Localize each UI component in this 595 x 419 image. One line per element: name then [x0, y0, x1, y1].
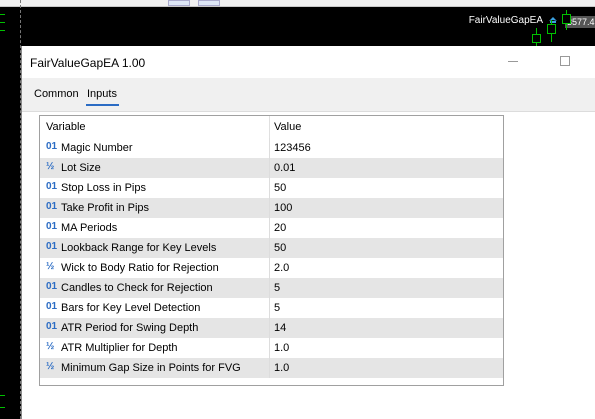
- table-row[interactable]: 01 Bars for Key Level Detection 5: [40, 298, 503, 318]
- table-row[interactable]: 01 Lookback Range for Key Levels 50: [40, 238, 503, 258]
- dialog-body: Common Inputs Variable Value 01 Magic Num…: [22, 78, 595, 419]
- cell-divider: [269, 198, 270, 218]
- table-row[interactable]: ½ Wick to Body Ratio for Rejection 2.0: [40, 258, 503, 278]
- double-type-icon: ½: [46, 261, 55, 272]
- integer-type-icon: 01: [46, 141, 58, 152]
- cell-divider: [269, 278, 270, 298]
- variable-value[interactable]: 50: [274, 242, 286, 254]
- table-row[interactable]: ½ Lot Size 0.01: [40, 158, 503, 178]
- candle: [532, 34, 541, 43]
- integer-type-icon: 01: [46, 301, 58, 312]
- variable-value[interactable]: 123456: [274, 142, 311, 154]
- variable-name: Minimum Gap Size in Points for FVG: [61, 362, 241, 374]
- column-header-value[interactable]: Value: [274, 121, 301, 133]
- candle: [562, 14, 571, 24]
- column-divider[interactable]: [269, 116, 270, 138]
- variable-name: Magic Number: [61, 142, 133, 154]
- dialog-titlebar[interactable]: FairValueGapEA 1.00: [22, 46, 595, 78]
- variable-value[interactable]: 0.01: [274, 162, 295, 174]
- variable-name: ATR Period for Swing Depth: [61, 322, 199, 334]
- variable-name: Take Profit in Pips: [61, 202, 150, 214]
- cell-divider: [269, 218, 270, 238]
- column-header-variable[interactable]: Variable: [46, 121, 86, 133]
- cell-divider: [269, 158, 270, 178]
- ea-properties-dialog: FairValueGapEA 1.00 Common Inputs Variab…: [21, 46, 595, 419]
- integer-type-icon: 01: [46, 201, 58, 212]
- tab-common[interactable]: Common: [34, 88, 79, 100]
- variable-name: Lot Size: [61, 162, 101, 174]
- variable-name: Stop Loss in Pips: [61, 182, 146, 194]
- integer-type-icon: 01: [46, 221, 58, 232]
- table-row[interactable]: 01 MA Periods 20: [40, 218, 503, 238]
- variable-value[interactable]: 14: [274, 322, 286, 334]
- variable-name: Candles to Check for Rejection: [61, 282, 213, 294]
- toolbar-button[interactable]: [168, 0, 190, 6]
- variable-name: ATR Multiplier for Depth: [61, 342, 178, 354]
- cell-divider: [269, 178, 270, 198]
- integer-type-icon: 01: [46, 241, 58, 252]
- tab-inputs[interactable]: Inputs: [87, 88, 117, 100]
- chart-tick: [0, 407, 5, 408]
- toolbar-button[interactable]: [198, 0, 220, 6]
- chart-tick: [0, 22, 5, 23]
- table-row[interactable]: 01 Take Profit in Pips 100: [40, 198, 503, 218]
- inputs-table: Variable Value 01 Magic Number 123456 ½ Lot …: [39, 115, 504, 386]
- table-row[interactable]: ½ Minimum Gap Size in Points for FVG 1.0: [40, 358, 503, 378]
- cell-divider: [269, 358, 270, 378]
- table-row[interactable]: 01 Stop Loss in Pips 50: [40, 178, 503, 198]
- variable-value[interactable]: 5: [274, 282, 280, 294]
- chart-toolbar-strip: [0, 0, 595, 7]
- variable-value[interactable]: 100: [274, 202, 292, 214]
- chart-tick: [0, 395, 5, 396]
- table-header: Variable Value: [40, 116, 503, 138]
- active-tab-indicator: [86, 104, 119, 106]
- cell-divider: [269, 318, 270, 338]
- variable-value[interactable]: 50: [274, 182, 286, 194]
- integer-type-icon: 01: [46, 181, 58, 192]
- integer-type-icon: 01: [46, 321, 58, 332]
- chart-tick: [0, 30, 5, 31]
- variable-value[interactable]: 5: [274, 302, 280, 314]
- integer-type-icon: 01: [46, 281, 58, 292]
- chart-ea-label: FairValueGapEA: [468, 15, 543, 26]
- table-row[interactable]: 01 Magic Number 123456: [40, 138, 503, 158]
- variable-name: Wick to Body Ratio for Rejection: [61, 262, 219, 274]
- minimize-button[interactable]: [508, 61, 518, 62]
- cell-divider: [269, 258, 270, 278]
- double-type-icon: ½: [46, 341, 55, 352]
- double-type-icon: ½: [46, 161, 55, 172]
- variable-value[interactable]: 1.0: [274, 362, 289, 374]
- maximize-button[interactable]: [560, 56, 570, 66]
- chart-tick: [0, 14, 5, 15]
- candle: [547, 24, 556, 34]
- variable-name: Bars for Key Level Detection: [61, 302, 201, 314]
- dialog-title: FairValueGapEA 1.00: [30, 56, 146, 70]
- cell-divider: [269, 138, 270, 158]
- variable-value[interactable]: 2.0: [274, 262, 289, 274]
- cell-divider: [269, 298, 270, 318]
- variable-value[interactable]: 1.0: [274, 342, 289, 354]
- table-row[interactable]: ½ ATR Multiplier for Depth 1.0: [40, 338, 503, 358]
- variable-name: Lookback Range for Key Levels: [61, 242, 217, 254]
- variable-value[interactable]: 20: [274, 222, 286, 234]
- variable-name: MA Periods: [61, 222, 118, 234]
- table-row[interactable]: 01 ATR Period for Swing Depth 14: [40, 318, 503, 338]
- double-type-icon: ½: [46, 361, 55, 372]
- cell-divider: [269, 338, 270, 358]
- cell-divider: [269, 238, 270, 258]
- table-row[interactable]: 01 Candles to Check for Rejection 5: [40, 278, 503, 298]
